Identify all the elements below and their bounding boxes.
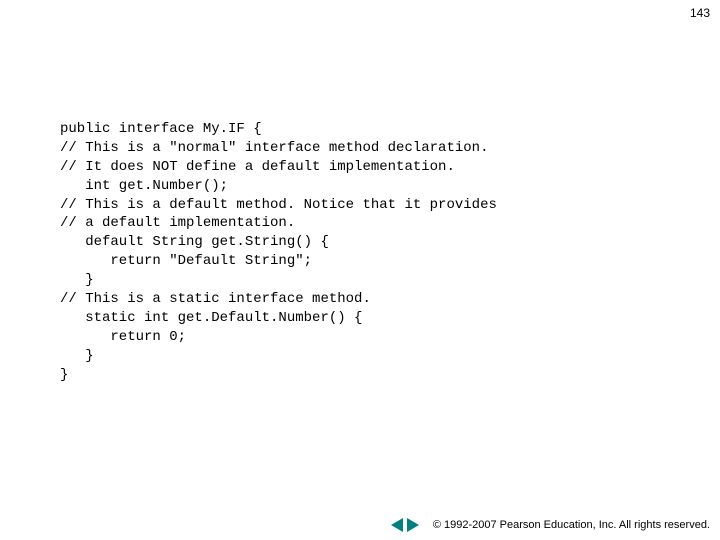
copyright-text: © 1992-2007 Pearson Education, Inc. All … [433,519,710,531]
code-line: return "Default String"; [60,253,312,269]
code-block: public interface My.IF { // This is a "n… [60,120,497,384]
code-line: } [60,348,94,364]
code-line: public interface My.IF { [60,121,262,137]
code-line: static int get.Default.Number() { [60,310,362,326]
code-line: // This is a "normal" interface method d… [60,140,488,156]
code-line: } [60,367,68,383]
next-arrow-icon[interactable] [407,518,419,532]
nav-arrows [391,518,419,532]
code-line: // It does NOT define a default implemen… [60,159,455,175]
copyright-symbol: © [433,519,441,531]
prev-arrow-icon[interactable] [391,518,403,532]
code-line: // This is a static interface method. [60,291,371,307]
code-line: // a default implementation. [60,215,295,231]
footer: © 1992-2007 Pearson Education, Inc. All … [391,518,710,532]
code-line: default String get.String() { [60,234,329,250]
code-line: int get.Number(); [60,178,228,194]
code-line: } [60,272,94,288]
code-line: return 0; [60,329,186,345]
copyright-body: 1992-2007 Pearson Education, Inc. All ri… [441,519,710,531]
page-number: 143 [690,6,710,20]
code-line: // This is a default method. Notice that… [60,197,497,213]
